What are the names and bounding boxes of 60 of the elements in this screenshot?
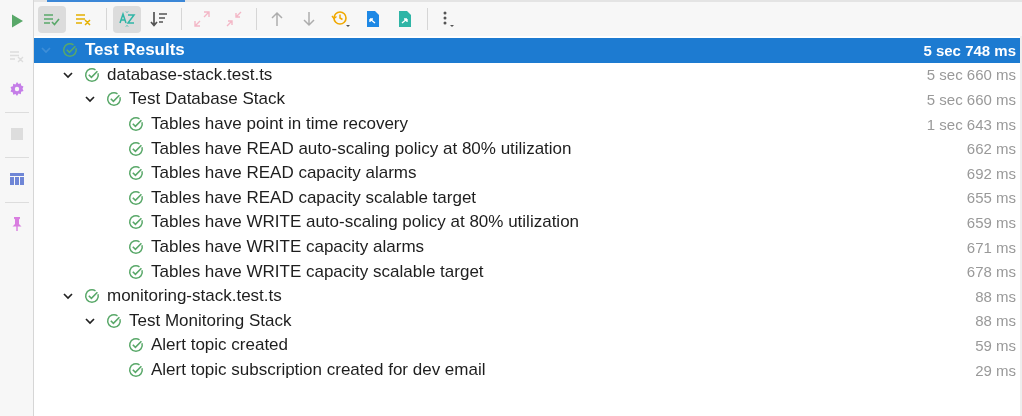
test-name: database-stack.test.ts xyxy=(107,64,274,85)
history-icon xyxy=(331,10,351,28)
passed-filter-icon xyxy=(43,11,61,27)
tree-row[interactable]: Tables have WRITE capacity alarms 671 ms xyxy=(34,234,1020,260)
settings-icon xyxy=(8,81,25,97)
arrow-down-icon xyxy=(301,11,317,27)
test-name: monitoring-stack.test.ts xyxy=(107,286,283,307)
test-name: Tables have WRITE capacity scalable target xyxy=(151,261,485,282)
test-duration: 662 ms xyxy=(966,140,1016,158)
test-name: Tables have WRITE capacity alarms xyxy=(151,237,426,258)
tree-row[interactable]: Tables have READ capacity scalable target 655 ms xyxy=(34,185,1020,211)
test-duration: 5 sec 748 ms xyxy=(923,41,1016,59)
tree-row[interactable]: Tables have READ capacity alarms 692 ms xyxy=(34,160,1020,186)
tree-row[interactable]: Alert topic subscription created for dev email 29 ms xyxy=(34,357,1020,383)
tree-row[interactable]: Test Database Stack 5 sec 660 ms xyxy=(34,87,1020,112)
tree-row[interactable]: Tables have WRITE capacity scalable target 678 ms xyxy=(34,259,1020,284)
more-options-icon xyxy=(441,10,455,28)
arrow-up-icon xyxy=(269,11,285,27)
test-duration: 29 ms xyxy=(975,361,1016,379)
test-duration: 5 sec 660 ms xyxy=(926,91,1016,108)
test-duration: 678 ms xyxy=(966,263,1016,281)
clear-list-icon xyxy=(8,48,25,64)
test-duration: 659 ms xyxy=(966,213,1016,231)
tree-row[interactable]: Test Results 5 sec 748 ms xyxy=(34,38,1020,63)
test-name: Tables have WRITE auto-scaling policy at 80% utilization xyxy=(151,212,581,233)
tree-row[interactable]: Tables have point in time recovery 1 sec 643 ms xyxy=(34,111,1020,137)
ignored-filter-icon xyxy=(75,11,93,27)
test-name: Test Database Stack xyxy=(129,89,286,110)
test-duration: 655 ms xyxy=(966,189,1016,207)
tree-row[interactable]: Tables have READ auto-scaling policy at 80% utilization 662 ms xyxy=(34,136,1020,161)
layout-icon xyxy=(8,171,25,187)
passed-filter-button[interactable] xyxy=(38,5,66,33)
test-duration: 88 ms xyxy=(975,287,1016,305)
test-name: Alert topic subscription created for dev email xyxy=(151,360,487,380)
tree-row[interactable]: Alert topic created 59 ms xyxy=(34,333,1020,358)
test-duration: 671 ms xyxy=(966,238,1016,256)
test-name: Alert topic created xyxy=(151,335,289,356)
sort-duration-icon xyxy=(150,11,168,27)
import-file-icon xyxy=(365,10,381,28)
test-name: Test Results xyxy=(85,40,186,61)
test-duration: 59 ms xyxy=(975,336,1016,354)
test-duration: 692 ms xyxy=(966,164,1016,182)
stop-icon xyxy=(8,126,25,142)
tree-row[interactable]: Test Monitoring Stack 88 ms xyxy=(34,308,1020,334)
tree-row[interactable]: monitoring-stack.test.ts 88 ms xyxy=(34,283,1020,309)
test-duration: 88 ms xyxy=(975,312,1016,330)
test-name: Tables have READ capacity scalable target xyxy=(151,187,478,208)
sort-alphabetical-icon xyxy=(118,10,136,28)
export-file-icon xyxy=(397,10,413,28)
tree-row[interactable]: Tables have WRITE auto-scaling policy at 80% utilization 659 ms xyxy=(34,210,1020,235)
test-name: Tables have point in time recovery xyxy=(151,114,410,135)
tree-row[interactable]: database-stack.test.ts 5 sec 660 ms xyxy=(34,62,1020,88)
collapse-icon xyxy=(226,11,242,27)
test-name: Tables have READ capacity alarms xyxy=(151,163,418,184)
sort-alphabetical-button[interactable] xyxy=(113,5,141,33)
expand-icon xyxy=(194,11,210,27)
test-name: Tables have READ auto-scaling policy at 80% utilization xyxy=(151,138,573,159)
test-duration: 1 sec 643 ms xyxy=(926,115,1016,133)
test-name: Test Monitoring Stack xyxy=(129,310,293,331)
test-duration: 5 sec 660 ms xyxy=(926,66,1016,84)
